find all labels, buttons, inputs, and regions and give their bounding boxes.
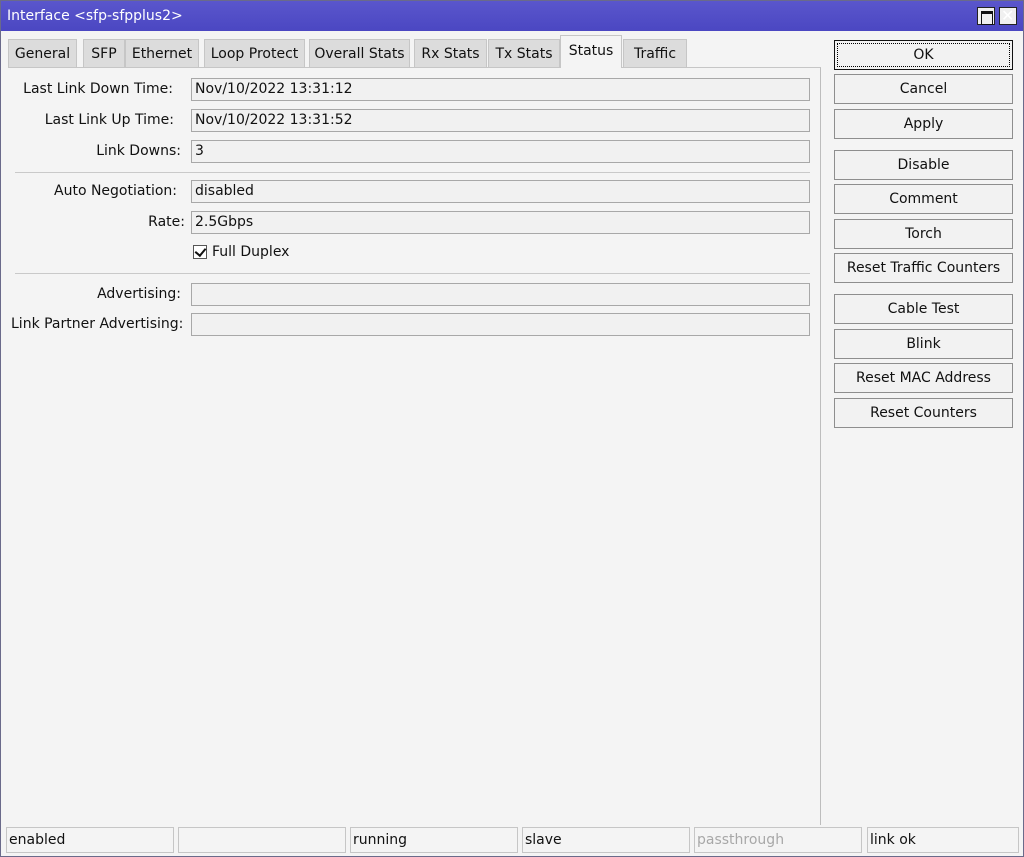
last-link-up-time-label: Last Link Up Time: <box>44 112 174 128</box>
separator <box>15 273 810 274</box>
status-slave: slave <box>522 827 690 853</box>
rate-field[interactable]: 2.5Gbps <box>191 211 810 234</box>
cable-test-button[interactable]: Cable Test <box>834 294 1013 324</box>
tab-status[interactable]: Status <box>560 35 622 68</box>
last-link-down-time-field[interactable]: Nov/10/2022 13:31:12 <box>191 78 810 101</box>
apply-button[interactable]: Apply <box>834 109 1013 139</box>
cancel-button[interactable]: Cancel <box>834 74 1013 104</box>
rate-label: Rate: <box>148 214 185 230</box>
tab-general[interactable]: General <box>8 39 77 67</box>
auto-negotiation-field[interactable]: disabled <box>191 180 810 203</box>
status-empty <box>178 827 346 853</box>
separator <box>15 172 810 173</box>
status-running: running <box>350 827 518 853</box>
comment-button[interactable]: Comment <box>834 184 1013 214</box>
advertising-field[interactable] <box>191 283 810 306</box>
reset-counters-button[interactable]: Reset Counters <box>834 398 1013 428</box>
last-link-down-time-label: Last Link Down Time: <box>23 81 173 97</box>
tab-overall-stats[interactable]: Overall Stats <box>309 39 410 67</box>
tab-tx-stats[interactable]: Tx Stats <box>488 39 560 67</box>
title-bar: Interface <sfp-sfpplus2> ✕ <box>1 1 1023 31</box>
tab-sfp[interactable]: SFP <box>83 39 125 67</box>
status-link-ok: link ok <box>867 827 1019 853</box>
close-icon[interactable]: ✕ <box>999 6 1017 25</box>
disable-button[interactable]: Disable <box>834 150 1013 180</box>
tab-ethernet[interactable]: Ethernet <box>125 39 199 67</box>
full-duplex-checkbox[interactable] <box>193 245 207 259</box>
ok-button[interactable]: OK <box>834 40 1013 70</box>
torch-button[interactable]: Torch <box>834 219 1013 249</box>
status-enabled: enabled <box>6 827 174 853</box>
link-partner-advertising-field[interactable] <box>191 313 810 336</box>
tab-traffic[interactable]: Traffic <box>623 39 687 67</box>
maximize-icon[interactable] <box>977 7 995 25</box>
link-partner-advertising-label: Link Partner Advertising: <box>11 316 184 332</box>
link-downs-label: Link Downs: <box>96 143 181 159</box>
full-duplex-label: Full Duplex <box>212 244 290 260</box>
status-passthrough: passthrough <box>694 827 862 853</box>
link-downs-field[interactable]: 3 <box>191 140 810 163</box>
window-title: Interface <sfp-sfpplus2> <box>7 8 183 24</box>
reset-traffic-counters-button[interactable]: Reset Traffic Counters <box>834 253 1013 283</box>
advertising-label: Advertising: <box>97 286 181 302</box>
interface-window: Interface <sfp-sfpplus2> ✕ General SFP E… <box>0 0 1024 857</box>
tab-loop-protect[interactable]: Loop Protect <box>204 39 305 67</box>
reset-mac-address-button[interactable]: Reset MAC Address <box>834 363 1013 393</box>
blink-button[interactable]: Blink <box>834 329 1013 359</box>
last-link-up-time-field[interactable]: Nov/10/2022 13:31:52 <box>191 109 810 132</box>
tab-rx-stats[interactable]: Rx Stats <box>414 39 487 67</box>
auto-negotiation-label: Auto Negotiation: <box>54 183 177 199</box>
